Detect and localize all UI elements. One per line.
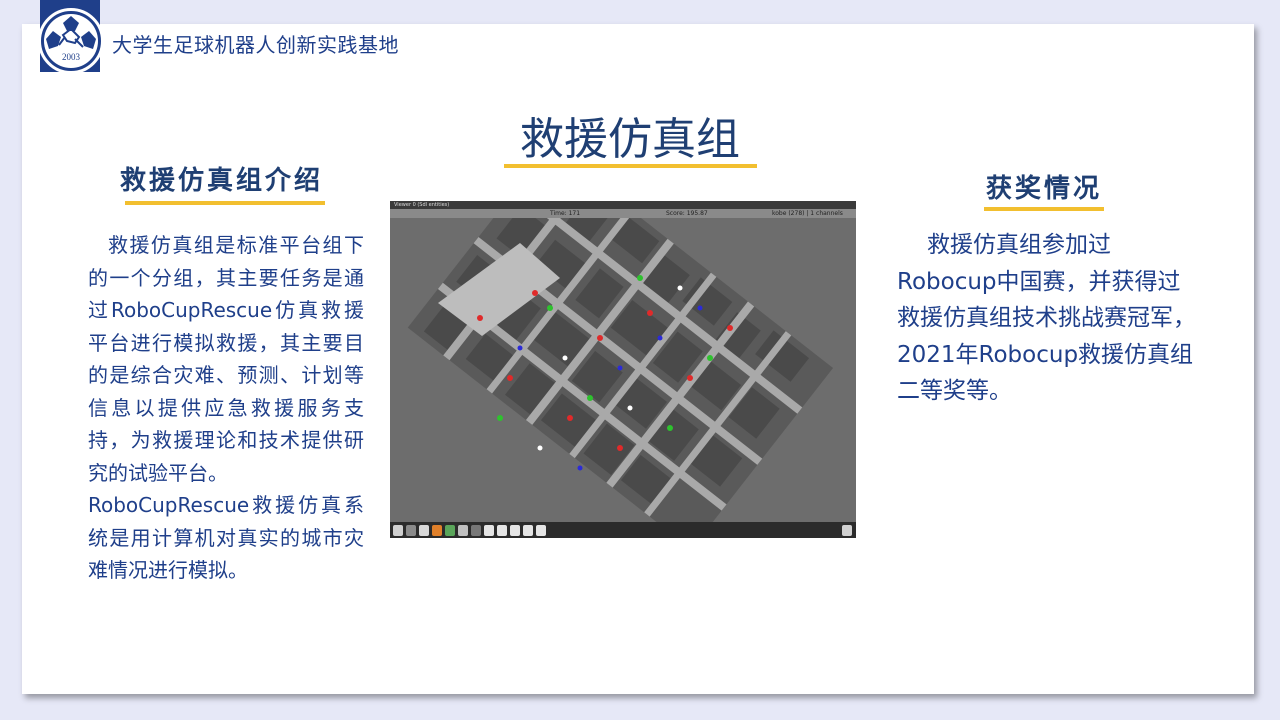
logo-year: 2003 [62,52,81,62]
ss-window-title: Viewer 0 (Sdl entities) [394,202,450,208]
dock-icon [393,525,403,536]
org-name: 大学生足球机器人创新实践基地 [112,33,399,57]
ss-info-bar: Time: 171 Score: 195.87 kobe (278) | 1 c… [390,209,856,218]
soccer-robot-logo-icon: 2003 [44,14,98,68]
awards-paragraph: 救援仿真组参加过Robocup中国赛，并获得过救援仿真组技术挑战赛冠军，2021… [897,232,1196,404]
ss-window-bar: Viewer 0 (Sdl entities) [390,201,856,209]
dock-icon [458,525,468,536]
simulation-screenshot: Viewer 0 (Sdl entities) Time: 171 Score:… [390,201,856,538]
title-underline [504,164,757,168]
dock-icon [497,525,507,536]
ss-score: Score: 195.87 [666,210,708,217]
awards-section-title: 获奖情况 [986,174,1103,204]
ss-taskbar [390,522,856,538]
dock-icon [432,525,442,536]
awards-body: 救援仿真组参加过Robocup中国赛，并获得过救援仿真组技术挑战赛冠军，2021… [897,227,1197,410]
dock-icon [510,525,520,536]
intro-underline [125,201,325,205]
dock-icon [484,525,494,536]
intro-paragraph-1: 救援仿真组是标准平台组下的一个分组，其主要任务是通过RoboCupRescue仿… [88,233,364,485]
trash-icon [842,525,852,536]
intro-body: 救援仿真组是标准平台组下的一个分组，其主要任务是通过RoboCupRescue仿… [88,229,364,587]
ss-channels: kobe (278) | 1 channels [772,210,843,217]
logo-emblem: 2003 [38,8,104,74]
city-map [390,218,856,522]
awards-underline [984,207,1104,211]
ss-time: Time: 171 [550,210,581,217]
dock-icon [536,525,546,536]
dock-icon [406,525,416,536]
dock-icon [523,525,533,536]
intro-paragraph-2: RoboCupRescue救援仿真系统是用计算机对真实的城市灾难情况进行模拟。 [88,493,364,582]
page-title: 救援仿真组 [520,114,740,165]
dock-icon [419,525,429,536]
intro-section-title: 救援仿真组介绍 [120,166,324,196]
dock-icon [471,525,481,536]
dock-icon [445,525,455,536]
